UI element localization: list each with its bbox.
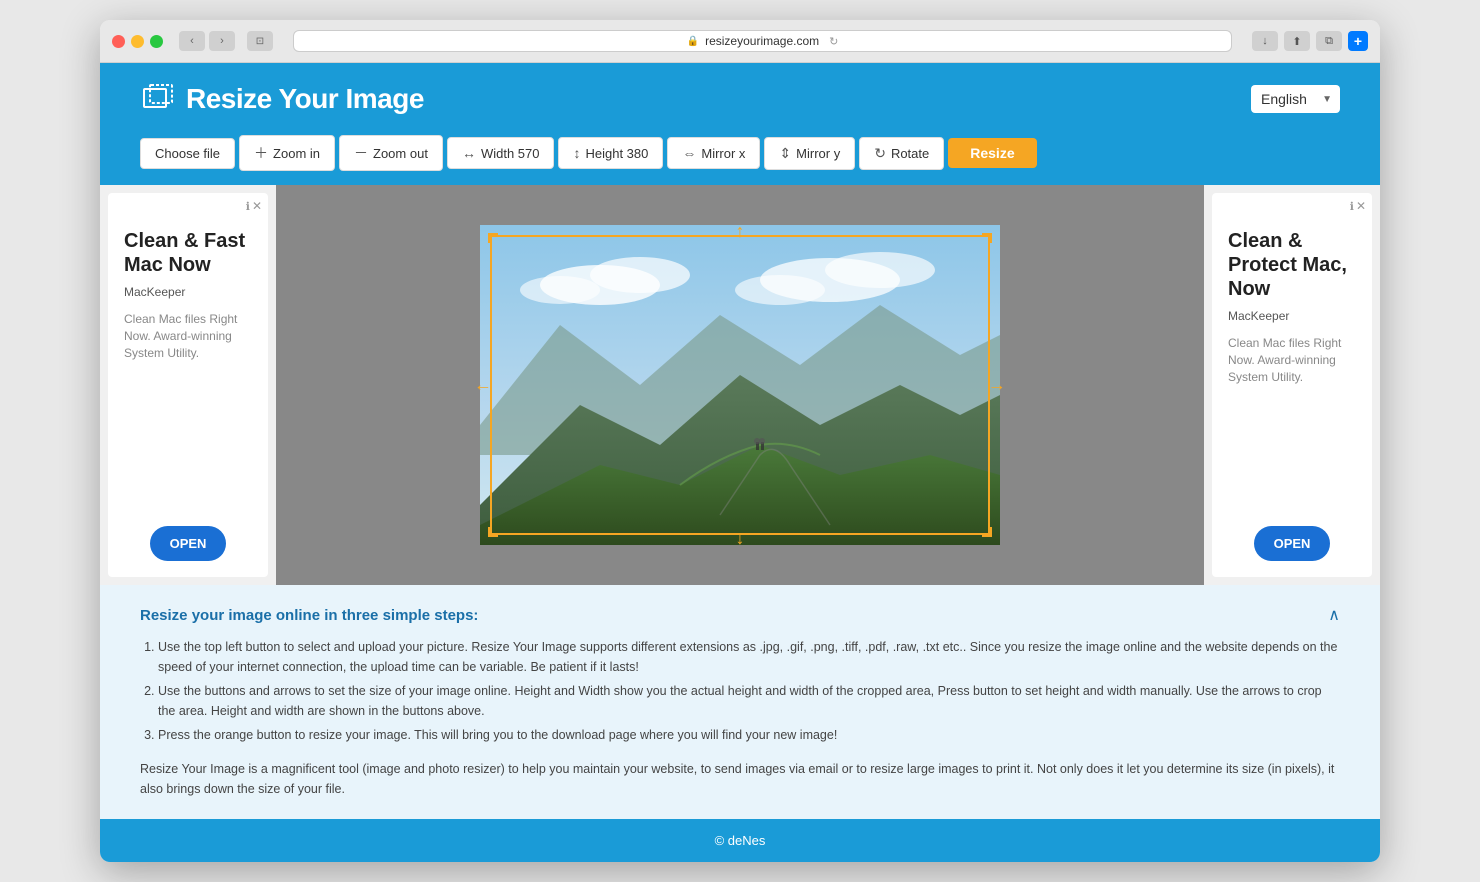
- right-ad-panel: ℹ ✕ Clean & Protect Mac, Now MacKeeper C…: [1212, 193, 1372, 577]
- info-header: Resize your image online in three simple…: [140, 605, 1340, 625]
- language-selector[interactable]: English French Spanish: [1251, 85, 1340, 113]
- crop-corner-br[interactable]: [982, 527, 992, 537]
- mirror-y-button[interactable]: ⇕ Mirror y: [764, 137, 855, 170]
- left-ad-open-button[interactable]: OPEN: [150, 526, 227, 561]
- crop-handle-bottom[interactable]: ↓: [736, 528, 745, 549]
- rotate-button[interactable]: ↻ Rotate: [859, 137, 944, 170]
- left-ad-title: Clean & Fast Mac Now: [124, 229, 252, 277]
- share-icon[interactable]: ⬆: [1284, 31, 1310, 51]
- info-step-1: Use the top left button to select and up…: [158, 637, 1340, 677]
- lock-icon: 🔒: [687, 36, 699, 47]
- choose-file-button[interactable]: Choose file: [140, 138, 235, 169]
- right-ad-open-button[interactable]: OPEN: [1254, 526, 1331, 561]
- site-header: Resize Your Image English French Spanish…: [100, 63, 1380, 135]
- reader-button[interactable]: ⊡: [247, 31, 273, 51]
- logo-text: Resize Your Image: [186, 83, 424, 115]
- crop-overlay: ↑ ↓ ← →: [480, 225, 1000, 545]
- left-ad-panel: ℹ ✕ Clean & Fast Mac Now MacKeeper Clean…: [108, 193, 268, 577]
- forward-button[interactable]: ›: [209, 31, 235, 51]
- tabs-icon[interactable]: ⧉: [1316, 31, 1342, 51]
- maximize-button[interactable]: [150, 35, 163, 48]
- crop-handle-top[interactable]: ↑: [736, 221, 745, 242]
- image-container: ↑ ↓ ← →: [480, 225, 1000, 545]
- info-description: Resize Your Image is a magnificent tool …: [140, 759, 1340, 799]
- info-steps-list: Use the top left button to select and up…: [140, 637, 1340, 745]
- image-canvas: ↑ ↓ ← →: [276, 185, 1204, 585]
- right-ad-close: ℹ ✕: [1350, 199, 1366, 213]
- crop-corner-tl[interactable]: [488, 233, 498, 243]
- crop-corner-bl[interactable]: [488, 527, 498, 537]
- info-step-3: Press the orange button to resize your i…: [158, 725, 1340, 745]
- close-button[interactable]: [112, 35, 125, 48]
- mirror-x-icon: ⇔: [682, 145, 696, 161]
- minus-icon: －: [354, 143, 368, 163]
- left-ad-close-button[interactable]: ✕: [252, 199, 262, 213]
- main-layout: ℹ ✕ Clean & Fast Mac Now MacKeeper Clean…: [100, 185, 1380, 585]
- address-bar[interactable]: 🔒 resizeyourimage.com ↻: [293, 30, 1232, 52]
- plus-icon: ＋: [254, 143, 268, 163]
- left-ad-brand: MacKeeper: [124, 285, 252, 299]
- resize-button[interactable]: Resize: [948, 138, 1036, 168]
- logo-area: Resize Your Image: [140, 81, 424, 117]
- zoom-in-button[interactable]: ＋ Zoom in: [239, 135, 335, 171]
- site-wrapper: Resize Your Image English French Spanish…: [100, 63, 1380, 862]
- footer-copyright: © deNes: [715, 833, 766, 848]
- site-footer: © deNes: [100, 819, 1380, 862]
- download-icon[interactable]: ↓: [1252, 31, 1278, 51]
- info-title: Resize your image online in three simple…: [140, 607, 478, 624]
- refresh-icon[interactable]: ↻: [829, 35, 838, 48]
- left-ad-description: Clean Mac files Right Now. Award-winning…: [124, 311, 252, 361]
- right-ad-title: Clean & Protect Mac, Now: [1228, 229, 1356, 301]
- crop-border: ↑ ↓ ← →: [490, 235, 990, 535]
- browser-toolbar-right: ↓ ⬆ ⧉ +: [1252, 31, 1368, 51]
- right-ad-brand: MacKeeper: [1228, 309, 1356, 323]
- right-ad-info-icon: ℹ: [1350, 200, 1354, 213]
- mirror-y-icon: ⇕: [779, 145, 791, 162]
- right-ad-close-button[interactable]: ✕: [1356, 199, 1366, 213]
- zoom-out-button[interactable]: － Zoom out: [339, 135, 443, 171]
- traffic-lights: [112, 35, 163, 48]
- info-section: Resize your image online in three simple…: [100, 585, 1380, 819]
- language-selector-wrapper[interactable]: English French Spanish ▼: [1251, 85, 1340, 113]
- toolbar: Choose file ＋ Zoom in － Zoom out ↔ Width…: [100, 135, 1380, 185]
- info-step-2: Use the buttons and arrows to set the si…: [158, 681, 1340, 721]
- height-button[interactable]: ↕ Height 380: [558, 137, 663, 169]
- crop-corner-tr[interactable]: [982, 233, 992, 243]
- left-ad-close: ℹ ✕: [246, 199, 262, 213]
- browser-window: ‹ › ⊡ 🔒 resizeyourimage.com ↻ ↓ ⬆ ⧉ +: [100, 20, 1380, 862]
- rotate-icon: ↻: [874, 145, 886, 162]
- width-icon: ↔: [462, 145, 476, 161]
- mirror-x-button[interactable]: ⇔ Mirror x: [667, 137, 760, 169]
- crop-handle-right[interactable]: →: [988, 375, 1006, 396]
- right-ad-description: Clean Mac files Right Now. Award-winning…: [1228, 335, 1356, 385]
- nav-buttons: ‹ ›: [179, 31, 235, 51]
- back-button[interactable]: ‹: [179, 31, 205, 51]
- crop-handle-left[interactable]: ←: [474, 375, 492, 396]
- url-text: resizeyourimage.com: [705, 34, 819, 48]
- logo-icon: [140, 81, 176, 117]
- collapse-button[interactable]: ∧: [1328, 605, 1340, 625]
- height-icon: ↕: [573, 145, 580, 161]
- new-tab-button[interactable]: +: [1348, 31, 1368, 51]
- minimize-button[interactable]: [131, 35, 144, 48]
- ad-info-icon: ℹ: [246, 200, 250, 213]
- width-button[interactable]: ↔ Width 570: [447, 137, 555, 169]
- browser-titlebar: ‹ › ⊡ 🔒 resizeyourimage.com ↻ ↓ ⬆ ⧉ +: [100, 20, 1380, 63]
